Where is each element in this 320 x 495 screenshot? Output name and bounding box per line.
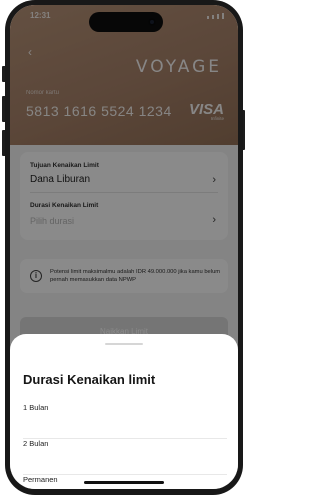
sheet-title: Durasi Kenaikan limit — [23, 372, 156, 387]
option-1-bulan[interactable]: 1 Bulan — [23, 403, 227, 439]
duration-bottom-sheet: Durasi Kenaikan limit 1 Bulan 2 Bulan Pe… — [10, 334, 238, 489]
sheet-handle[interactable] — [105, 343, 143, 345]
option-label: 2 Bulan — [23, 439, 49, 448]
option-label: Permanen — [23, 475, 58, 484]
screen: 12:31 ‹ VOYAGE Nomor kartu 5813 1616 552… — [10, 5, 238, 489]
phone-frame: 12:31 ‹ VOYAGE Nomor kartu 5813 1616 552… — [5, 0, 243, 495]
home-indicator[interactable] — [84, 481, 164, 484]
option-label: 1 Bulan — [23, 403, 49, 412]
option-2-bulan[interactable]: 2 Bulan — [23, 439, 227, 475]
